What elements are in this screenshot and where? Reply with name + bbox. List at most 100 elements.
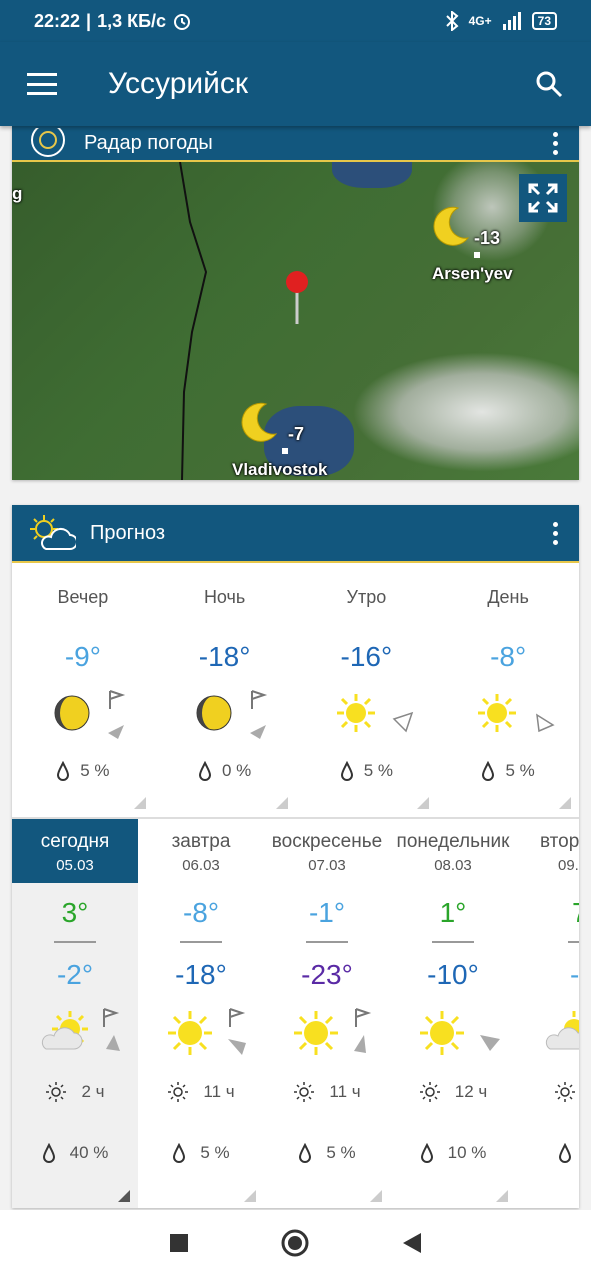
drop-icon — [57, 761, 70, 781]
period-morning[interactable]: Утро -16° 5 % — [296, 565, 438, 817]
day-sunday[interactable]: воскресенье 07.03 -1° -23° 11 ч 5 % — [264, 819, 390, 1208]
expand-corner-icon — [496, 1190, 508, 1202]
precip-value: 5 % — [363, 761, 394, 780]
wind-direction-icon — [228, 1008, 246, 1055]
rain-value: 10 % — [447, 1143, 487, 1162]
radar-icon — [31, 128, 65, 157]
page-title: Уссурийск — [108, 67, 249, 100]
radar-map[interactable]: g -13 Arsen'yev -7 Vladivostok — [12, 162, 579, 480]
day-content: втор 09. 7 -4 — [516, 819, 579, 1208]
period-precip: 5 % — [296, 761, 438, 781]
period-day[interactable]: День -8° 5 % — [437, 565, 579, 817]
period-temp: -8° — [490, 641, 527, 672]
sun-icon — [294, 1011, 338, 1055]
drop-icon — [482, 761, 495, 781]
signal-icon — [502, 12, 521, 30]
day-today[interactable]: сегодня 05.03 3° -2° 2 ч 40 % — [12, 819, 138, 1208]
daily-forecast[interactable]: сегодня 05.03 3° -2° 2 ч 40 % завтра 06.… — [12, 817, 579, 1208]
search-icon — [536, 71, 563, 98]
rain-chance — [516, 1143, 579, 1163]
expand-corner-icon — [275, 797, 288, 809]
map-edge-label: g — [12, 184, 23, 203]
day-name: завтра — [171, 831, 231, 852]
sunshine-hours: 11 ч — [264, 1081, 390, 1103]
expand-corner-icon — [559, 797, 571, 809]
sunshine-value: 2 ч — [81, 1082, 105, 1101]
expand-corner-icon — [244, 1190, 256, 1202]
sunshine-value: 11 ч — [329, 1082, 361, 1101]
drop-icon — [299, 1143, 312, 1163]
partly-cloudy-icon — [30, 515, 76, 550]
status-separator: | — [86, 10, 92, 31]
sun-outline-icon — [294, 1082, 315, 1102]
period-evening[interactable]: Вечер -9° 5 % — [12, 565, 154, 817]
day-tomorrow[interactable]: завтра 06.03 -8° -18° 11 ч 5 % — [138, 819, 264, 1208]
period-name: Ночь — [203, 587, 246, 607]
day-monday[interactable]: понедельник 08.03 1° -10° 12 ч 10 % — [390, 819, 516, 1208]
network-type: 4G+ — [468, 14, 492, 28]
moon-icon — [54, 695, 90, 731]
back-button[interactable] — [401, 1232, 423, 1259]
expand-corner-icon — [118, 1190, 130, 1202]
period-temp: -16° — [340, 641, 393, 672]
radar-header: Радар погоды — [12, 126, 579, 162]
expand-corner-icon — [370, 1190, 382, 1202]
day-date: 07.03 — [308, 857, 346, 874]
sunshine-hours: 12 ч — [390, 1081, 516, 1103]
wind-direction-icon — [108, 690, 126, 739]
day-tuesday[interactable]: втор 09. 7 -4 — [516, 819, 579, 1208]
wind-direction-icon — [249, 690, 267, 739]
rain-value: 5 % — [326, 1143, 356, 1162]
forecast-more-button[interactable] — [531, 521, 579, 545]
radar-more-button[interactable] — [531, 131, 579, 155]
day-min-temp: -18° — [175, 959, 227, 990]
temp-divider — [568, 941, 579, 943]
precip-value: 5 % — [80, 761, 110, 780]
sun-outline-icon — [419, 1082, 440, 1102]
partly-cloudy-icon — [545, 1011, 579, 1050]
wind-direction-icon — [480, 1035, 500, 1051]
sun-icon — [168, 1011, 212, 1055]
city-temp-vladivostok: -7 — [288, 424, 305, 444]
period-night[interactable]: Ночь -18° 0 % — [154, 565, 296, 817]
drop-icon — [420, 1143, 433, 1163]
temp-divider — [180, 941, 222, 943]
menu-button[interactable] — [0, 42, 84, 126]
rain-chance: 5 % — [138, 1143, 264, 1163]
period-name: Утро — [346, 587, 387, 607]
precip-value: 5 % — [505, 761, 535, 780]
day-date: 05.03 — [56, 857, 94, 874]
temp-divider — [54, 941, 96, 943]
day-date: 09. — [558, 857, 579, 874]
rain-chance: 40 % — [12, 1143, 138, 1163]
city-label-arsenyev: Arsen'yev — [432, 264, 513, 283]
day-min-temp: -4 — [570, 959, 579, 990]
city-temp-arsenyev: -13 — [474, 228, 501, 248]
drop-icon — [558, 1143, 572, 1163]
search-button[interactable] — [507, 42, 591, 126]
forecast-header: Прогноз — [12, 505, 579, 563]
moon-icon — [196, 695, 232, 731]
drop-icon — [198, 761, 211, 781]
period-name: День — [487, 587, 529, 607]
day-min-temp: -10° — [427, 959, 479, 990]
wind-direction-icon — [392, 711, 413, 733]
period-precip: 5 % — [437, 761, 579, 781]
system-nav-bar — [0, 1210, 591, 1280]
sunshine-hours: 11 ч — [138, 1081, 264, 1103]
forecast-title: Прогноз — [90, 521, 166, 544]
home-button[interactable] — [281, 1229, 309, 1262]
day-header: воскресенье 07.03 — [264, 819, 390, 883]
recents-button[interactable] — [169, 1233, 189, 1258]
sunshine-value: 12 ч — [454, 1082, 488, 1101]
wind-direction-icon — [536, 713, 555, 733]
triangle-back-icon — [402, 1232, 421, 1253]
circle-icon — [281, 1229, 308, 1256]
rain-value: 5 % — [200, 1143, 230, 1162]
day-max-temp: 3° — [61, 897, 89, 928]
hamburger-icon — [27, 73, 57, 95]
expand-map-button[interactable] — [519, 174, 567, 222]
day-max-temp: 7 — [516, 897, 579, 929]
sun-icon — [478, 694, 517, 732]
day-date: 06.03 — [182, 857, 220, 874]
